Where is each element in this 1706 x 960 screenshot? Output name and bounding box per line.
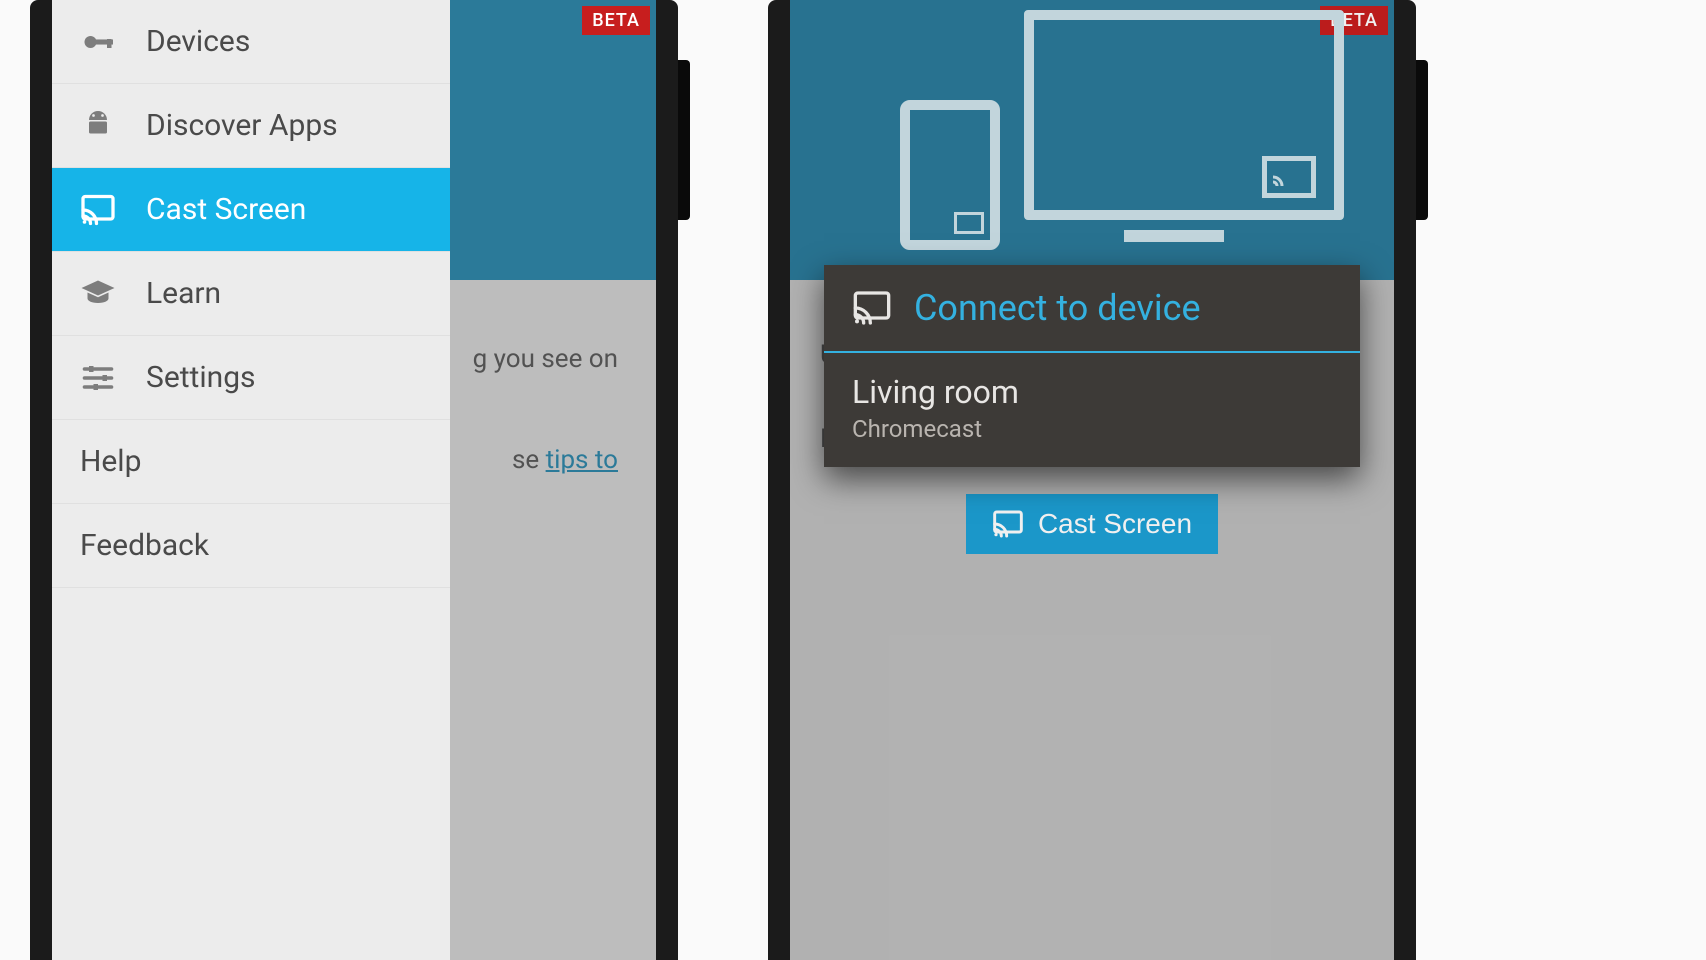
drawer-item-label: Discover Apps <box>146 108 338 143</box>
dialog-overlay[interactable] <box>790 0 1394 960</box>
drawer-item-label: Devices <box>146 24 250 59</box>
graduation-icon <box>80 276 116 312</box>
drawer-item-learn[interactable]: Learn <box>52 252 450 336</box>
screen-left: BETA g you see on se tips to Devi <box>52 0 656 960</box>
phone-left: BETA g you see on se tips to Devi <box>30 0 678 960</box>
body-text-fragment2: se <box>512 445 546 475</box>
phone-power-button <box>678 60 690 220</box>
android-icon <box>80 108 116 144</box>
screen-right: BETA U F <box>790 0 1394 960</box>
drawer-item-label: Settings <box>146 360 256 395</box>
drawer-item-discover-apps[interactable]: Discover Apps <box>52 84 450 168</box>
drawer-item-label: Learn <box>146 276 221 311</box>
drawer-item-label: Help <box>80 444 141 479</box>
tips-link[interactable]: tips to <box>546 445 618 475</box>
nav-drawer: Devices Discover Apps Cast Screen Learn <box>52 0 450 960</box>
phone-right: BETA U F <box>768 0 1416 960</box>
beta-badge: BETA <box>582 6 650 35</box>
connect-dialog: Connect to device Living room Chromecast <box>824 265 1360 467</box>
cast-icon <box>852 288 892 328</box>
sliders-icon <box>80 360 116 396</box>
dialog-title: Connect to device <box>914 287 1201 329</box>
drawer-item-cast-screen[interactable]: Cast Screen <box>52 168 450 252</box>
cast-icon <box>80 192 116 228</box>
phone-power-button <box>1416 60 1428 220</box>
drawer-item-settings[interactable]: Settings <box>52 336 450 420</box>
drawer-item-label: Cast Screen <box>146 192 306 227</box>
drawer-item-feedback[interactable]: Feedback <box>52 504 450 588</box>
device-name: Living room <box>852 373 1332 411</box>
device-type: Chromecast <box>852 415 1332 443</box>
key-icon <box>80 24 116 60</box>
drawer-item-devices[interactable]: Devices <box>52 0 450 84</box>
drawer-item-label: Feedback <box>80 528 209 563</box>
dialog-device-row[interactable]: Living room Chromecast <box>824 353 1360 467</box>
dialog-header: Connect to device <box>824 265 1360 353</box>
drawer-item-help[interactable]: Help <box>52 420 450 504</box>
